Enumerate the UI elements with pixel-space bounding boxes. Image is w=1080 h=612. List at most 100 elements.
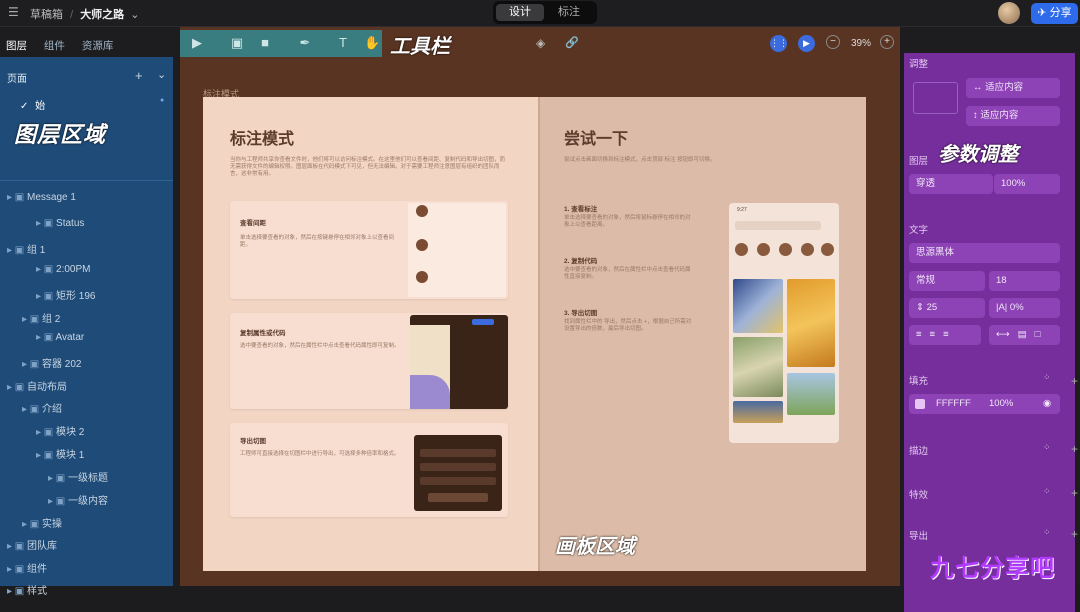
zoom-out-icon[interactable]: −	[826, 35, 840, 49]
layer-type-icon: ▸ ▣	[7, 245, 28, 256]
text-resize-group[interactable]: ⟷▤□	[989, 325, 1060, 345]
grid-icon[interactable]: ⋮⋮	[770, 35, 788, 52]
collapse-icon[interactable]: ⌄	[157, 68, 166, 81]
fill-swatch[interactable]	[915, 399, 925, 409]
add-effect-icon[interactable]: +	[1071, 486, 1078, 500]
width-fit-select[interactable]: ↔ 适应内容	[966, 78, 1060, 98]
layer-item[interactable]: ▸ ▣ 2:00PM	[36, 264, 91, 275]
fill-row[interactable]: FFFFFF 100% ◉	[909, 394, 1060, 414]
add-fill-icon[interactable]: +	[1071, 374, 1078, 388]
preview-list	[408, 203, 506, 297]
step-desc: 找到属性栏中的 导出，然后点击 +，根据自己所需对设置导出的倍数，最后导出切图。	[564, 319, 692, 332]
add-export-icon[interactable]: +	[1071, 527, 1078, 541]
zoom-in-icon[interactable]: +	[880, 35, 894, 49]
auto-height-icon[interactable]: ▤	[1018, 329, 1035, 340]
avatar[interactable]	[998, 2, 1020, 24]
layer-item[interactable]: ▸ ▣ 实操	[22, 515, 62, 530]
layer-item[interactable]: ▸ ▣ 矩形 196	[36, 287, 96, 302]
card-export: 导出切图 工程师可直接选择在切图栏中进行导出，可选择多种倍率和格式。	[230, 423, 508, 517]
font-weight-select[interactable]: 常规	[909, 271, 985, 291]
layer-item[interactable]: ▸ ▣ 介绍	[22, 400, 62, 415]
play-icon[interactable]: ▶	[798, 35, 815, 52]
height-fit-select[interactable]: ↕ 适应内容	[966, 106, 1060, 126]
layer-item-label: 组 2	[42, 314, 61, 325]
hand-tool-icon[interactable]: ✋	[364, 36, 380, 50]
width-fit-value: 适应内容	[985, 82, 1024, 93]
style-icon[interactable]: ⁘	[1043, 527, 1051, 538]
chevron-down-icon[interactable]: ⌄	[130, 9, 139, 21]
frame-tool-icon[interactable]: ▣	[230, 36, 244, 50]
layer-item[interactable]: ▸ ▣ 一级内容	[48, 492, 108, 507]
align-left-icon[interactable]: ≡	[916, 329, 930, 340]
tab-design[interactable]: 设计	[496, 4, 544, 21]
link-icon[interactable]: 🔗	[565, 36, 579, 49]
tab-components[interactable]: 组件	[44, 40, 65, 52]
layer-item[interactable]: ▸ ▣ Avatar	[36, 332, 84, 343]
layer-item[interactable]: ▸ ▣ 模块 2	[36, 423, 84, 438]
layer-item-label: 样式	[27, 586, 48, 597]
layer-item[interactable]: ▸ ▣ Message 1	[7, 192, 76, 203]
blend-mode-select[interactable]: 穿透	[909, 174, 993, 194]
step-desc: 选中要查看的对象，然后在属性栏中点击查看代码属性直接复制。	[564, 267, 691, 280]
step-desc: 单击选择要查看的对象，然后将鼠标悬停在相邻的对象上以查看距离。	[564, 215, 691, 228]
layer-label: 图层	[909, 156, 929, 167]
style-icon[interactable]: ⁘	[1043, 442, 1051, 453]
add-page-icon[interactable]: +	[135, 68, 143, 83]
align-right-icon[interactable]: ≡	[943, 329, 957, 340]
avatar	[416, 239, 428, 251]
text-tool-icon[interactable]: T	[336, 36, 350, 50]
text-align-group[interactable]: ≡≡≡	[909, 325, 981, 345]
layer-type-icon: ▸ ▣	[36, 427, 57, 438]
avatar	[416, 271, 428, 283]
divider	[0, 180, 173, 181]
add-stroke-icon[interactable]: +	[1071, 442, 1078, 456]
style-icon[interactable]: ⁘	[1043, 372, 1051, 383]
layer-opacity-input[interactable]: 100%	[994, 174, 1060, 194]
fill-hex[interactable]: FFFFFF	[936, 394, 971, 414]
export-preview	[414, 435, 502, 511]
stroke-label: 描边	[909, 446, 929, 457]
layer-item[interactable]: ▸ ▣ 一级标题	[48, 469, 108, 484]
fixed-size-icon[interactable]: □	[1035, 329, 1049, 340]
auto-width-icon[interactable]: ⟷	[996, 329, 1018, 340]
project-link[interactable]: 草稿箱	[30, 9, 63, 21]
layer-item-label: 一级内容	[68, 496, 109, 507]
tab-layers[interactable]: 图层	[6, 40, 27, 52]
style-icon[interactable]: ⁘	[1043, 486, 1051, 497]
page-item[interactable]: ✓ 始	[20, 97, 45, 112]
top-bar: ☰ 草稿箱 / 大师之路 ⌄ 设计 标注 ✈ 分享	[0, 0, 1080, 27]
letter-spacing-input[interactable]: |A| 0%	[989, 298, 1060, 318]
tab-assets[interactable]: 资源库	[82, 40, 114, 52]
align-center-icon[interactable]: ≡	[930, 329, 944, 340]
pen-tool-icon[interactable]: ✒	[298, 36, 312, 50]
layer-item-label: 一级标题	[68, 473, 109, 484]
move-tool-icon[interactable]: ▶	[190, 36, 204, 50]
artboard[interactable]: 标注模式 当你与工程师共享你查看文件时，他们将可以访问标注模式。在这里他们可以查…	[203, 97, 866, 571]
layer-type-icon: ▸ ▣	[22, 314, 43, 325]
rectangle-tool-icon[interactable]: ■	[258, 36, 272, 50]
layer-item[interactable]: ▸ ▣ 自动布局	[7, 378, 67, 393]
fill-label: 填充	[909, 376, 929, 387]
layer-item[interactable]: ▸ ▣ 团队库	[7, 537, 57, 552]
layer-item[interactable]: ▸ ▣ 模块 1	[36, 446, 84, 461]
line-height-input[interactable]: ⇕ 25	[909, 298, 985, 318]
tab-annotate[interactable]: 标注	[545, 4, 593, 21]
font-family-select[interactable]: 思源黑体	[909, 243, 1060, 263]
layer-item[interactable]: ▸ ▣ 组件	[7, 560, 47, 575]
file-title[interactable]: 大师之路	[80, 9, 124, 21]
component-icon[interactable]: ◈	[536, 36, 545, 50]
hamburger-icon[interactable]: ☰	[8, 6, 20, 18]
font-size-input[interactable]: 18	[989, 271, 1060, 291]
layer-type-icon: ▸ ▣	[7, 586, 28, 597]
constraint-box[interactable]	[913, 82, 958, 114]
share-button[interactable]: ✈ 分享	[1031, 3, 1078, 24]
zoom-level[interactable]: 39%	[851, 38, 871, 49]
layer-item[interactable]: ▸ ▣ 容器 202	[22, 355, 82, 370]
eye-icon[interactable]: ◉	[1043, 394, 1051, 414]
artboard-area-tag: 画板区域	[555, 536, 635, 558]
layer-item[interactable]: ▸ ▣ 样式	[7, 582, 47, 597]
layer-item[interactable]: ▸ ▣ 组 2	[22, 310, 60, 325]
fill-opacity[interactable]: 100%	[989, 394, 1013, 414]
layer-item[interactable]: ▸ ▣ Status	[36, 218, 84, 229]
layer-item[interactable]: ▸ ▣ 组 1	[7, 241, 45, 256]
